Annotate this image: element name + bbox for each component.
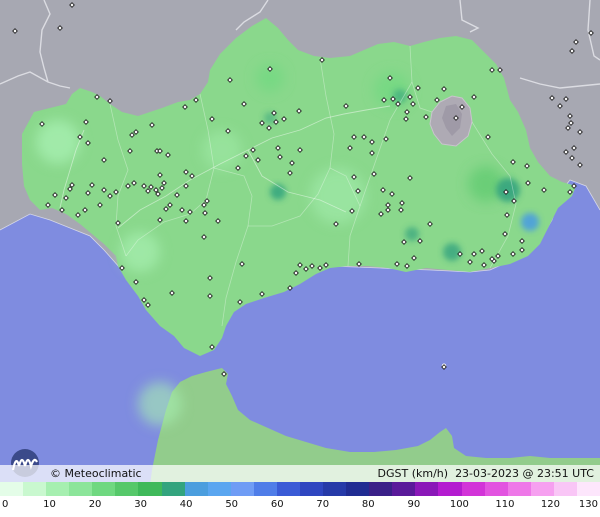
info-bar: © Meteoclimatic DGST (km/h) 23-03-2023 @… [0, 465, 600, 482]
color-scale-swatch [23, 482, 47, 496]
color-scale-swatch [323, 482, 347, 496]
color-scale-swatch [530, 482, 554, 496]
color-scale-swatch [369, 482, 393, 496]
color-scale-swatch [276, 482, 301, 496]
color-scale-legend: 0 10 20 30 40 50 60 70 80 90 100 110 120 130 [0, 482, 600, 517]
color-scale-swatch [438, 482, 462, 496]
color-scale-tick: 10 [43, 499, 56, 510]
map-canvas [0, 0, 600, 517]
color-scale-swatch [553, 482, 577, 496]
color-scale-swatch [415, 482, 439, 496]
color-scale-tick: 100 [449, 499, 469, 510]
color-scale-swatch [300, 482, 324, 496]
color-scale-swatch [576, 482, 600, 496]
color-scale-swatch [184, 482, 208, 496]
color-scale-swatch [253, 482, 277, 496]
color-scale-tick: 110 [495, 499, 515, 510]
color-scale-swatch [0, 482, 24, 496]
color-scale-swatch [69, 482, 93, 496]
color-scale-swatch [507, 482, 531, 496]
color-scale-tick: 130 [578, 499, 598, 510]
color-scale-ticks: 0 10 20 30 40 50 60 70 80 90 100 110 120 130 [0, 496, 600, 517]
color-scale-swatch [461, 482, 485, 496]
timestamp-label: 23-03-2023 @ 23:51 UTC [455, 467, 594, 480]
color-scale-swatch [92, 482, 116, 496]
color-scale-tick: 60 [270, 499, 284, 510]
brand-label: © Meteoclimatic [50, 467, 142, 480]
color-scale-swatch [484, 482, 508, 496]
map-caption: DGST (km/h) 23-03-2023 @ 23:51 UTC [378, 467, 594, 480]
color-scale-tick: 40 [179, 499, 193, 510]
map[interactable]: © Meteoclimatic DGST (km/h) 23-03-2023 @… [0, 0, 600, 517]
color-scale-bar [0, 482, 600, 496]
color-scale-tick: 90 [407, 499, 421, 510]
color-scale-swatch [346, 482, 370, 496]
color-scale-tick: 80 [361, 499, 375, 510]
color-scale-swatch [115, 482, 139, 496]
color-scale-tick: 20 [88, 499, 102, 510]
color-scale-tick: 30 [134, 499, 147, 510]
color-scale-tick: 70 [316, 499, 330, 510]
color-scale-tick: 120 [540, 499, 560, 510]
color-scale-tick: 50 [225, 499, 239, 510]
color-scale-swatch [46, 482, 70, 496]
color-scale-swatch [392, 482, 416, 496]
color-scale-tick: 0 [2, 499, 9, 510]
color-scale-swatch [138, 482, 162, 496]
variable-label: DGST (km/h) [377, 467, 449, 480]
color-scale-swatch [161, 482, 185, 496]
color-scale-swatch [230, 482, 254, 496]
color-scale-swatch [207, 482, 231, 496]
